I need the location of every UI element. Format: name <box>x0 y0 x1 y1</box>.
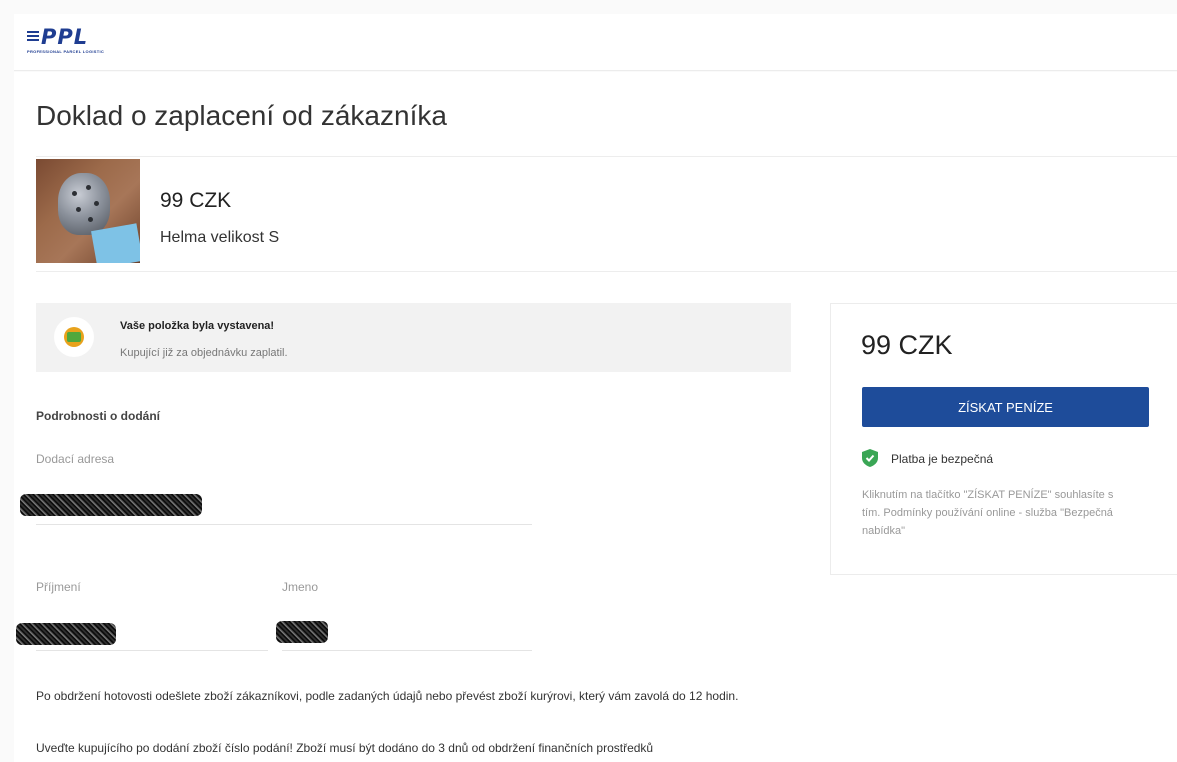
notice-title: Vaše položka byla vystavena! <box>120 320 275 332</box>
firstname-redacted-value <box>276 621 328 643</box>
payment-amount: 99 CZK <box>861 330 953 360</box>
page-title: Doklad o zaplacení od zákazníka <box>36 100 447 131</box>
surname-redacted-value <box>16 623 116 645</box>
logo-text: PPL <box>41 25 89 49</box>
shield-check-icon <box>862 449 878 467</box>
product-summary: 99 CZK Helma velikost S <box>36 156 1177 272</box>
wallet-icon <box>64 327 84 347</box>
get-money-button[interactable]: ZÍSKAT PENÍZE <box>862 387 1149 427</box>
product-name: Helma velikost S <box>160 229 280 246</box>
address-redacted-value <box>20 494 202 516</box>
surname-field-underline[interactable] <box>36 650 268 651</box>
top-bar: PPL PROFESSIONAL PARCEL LOGISTIC <box>14 14 1177 71</box>
delivery-instructions: Po obdržení hotovosti odešlete zboží zák… <box>36 689 739 703</box>
firstname-label: Jmeno <box>282 580 319 594</box>
notice-text: Kupující již za objednávku zaplatil. <box>120 347 288 359</box>
surname-label: Příjmení <box>36 580 81 594</box>
secure-payment-text: Platba je bezpečná <box>891 452 994 466</box>
terms-text: Kliknutím na tlačítko "ZÍSKAT PENÍZE" so… <box>862 489 1114 537</box>
payment-card: 99 CZK ZÍSKAT PENÍZE Platba je bezpečná … <box>830 303 1177 575</box>
blue-object <box>91 223 140 263</box>
helmet-shape <box>58 173 110 235</box>
product-price: 99 CZK <box>160 189 232 212</box>
product-image <box>36 159 140 263</box>
main-content: Doklad o zaplacení od zákazníka 99 CZK H… <box>14 72 1177 762</box>
delivery-deadline-note: Uveďte kupujícího po dodání zboží číslo … <box>36 741 654 755</box>
firstname-field-underline[interactable] <box>282 650 532 651</box>
delivery-section-title: Podrobnosti o dodání <box>36 409 160 423</box>
logo-subtitle: PROFESSIONAL PARCEL LOGISTIC <box>27 49 105 54</box>
address-label: Dodací adresa <box>36 452 115 466</box>
notice-icon-circle <box>54 317 94 357</box>
ppl-logo[interactable]: PPL PROFESSIONAL PARCEL LOGISTIC <box>27 26 123 56</box>
listing-notice: Vaše položka byla vystavena! Kupující ji… <box>36 303 791 372</box>
address-field-underline[interactable] <box>36 524 532 525</box>
logo-speed-bars <box>27 31 39 43</box>
